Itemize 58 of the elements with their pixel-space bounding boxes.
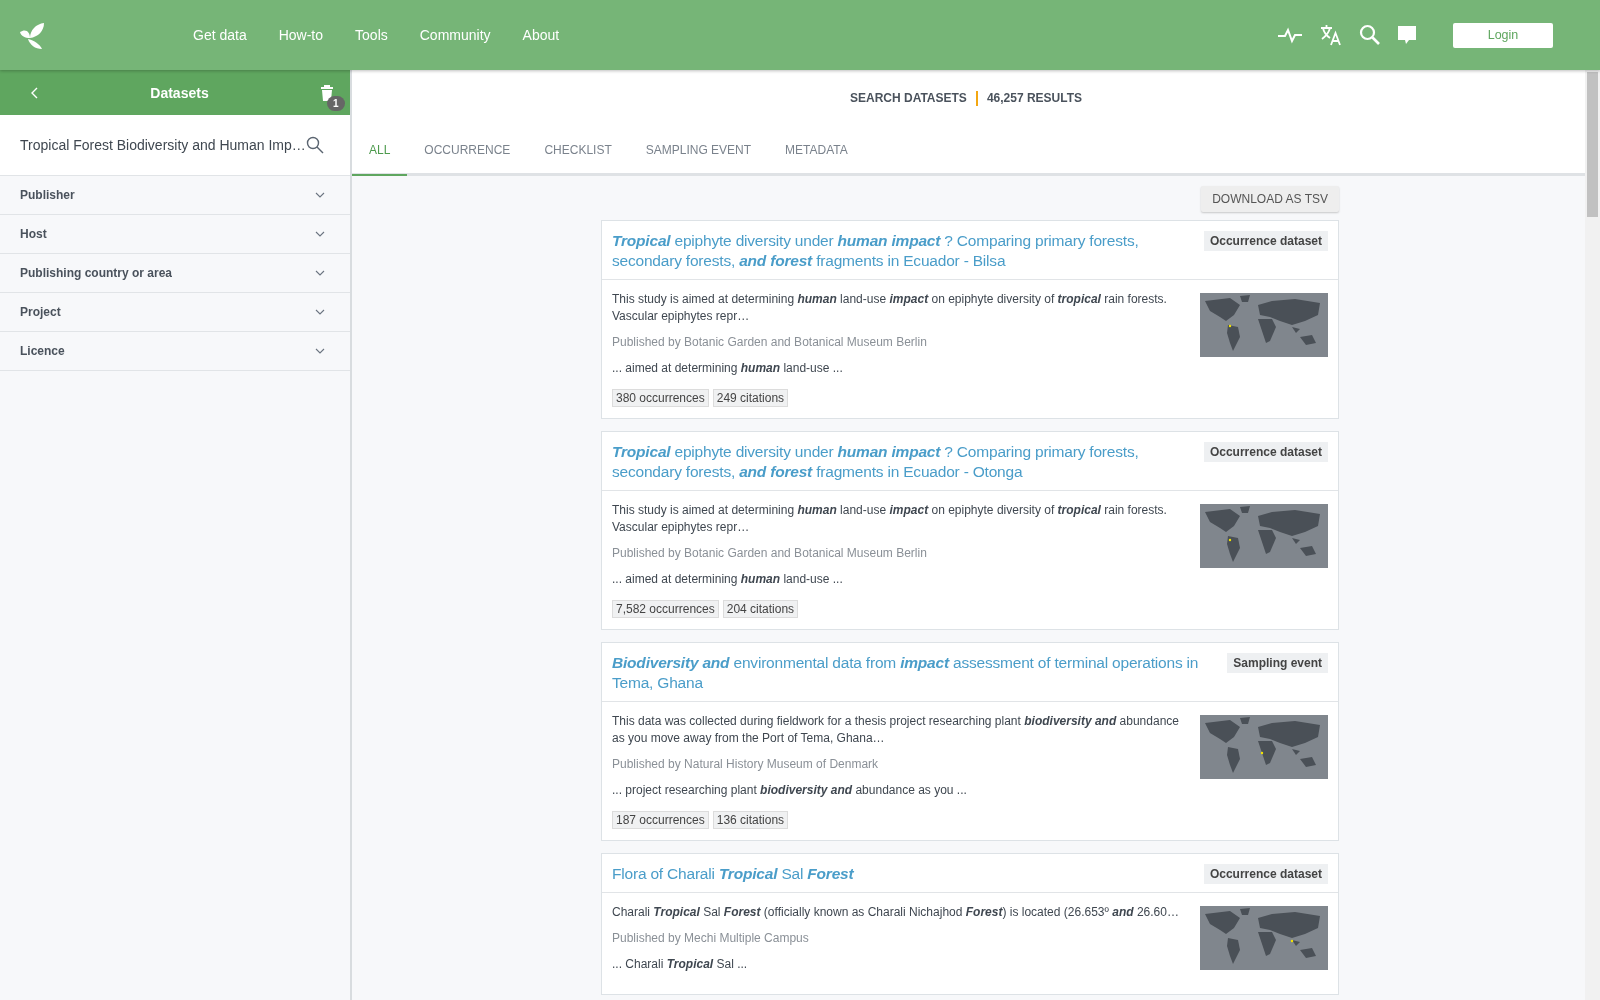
nav-link[interactable]: How-to [278, 27, 324, 43]
dataset-title-link[interactable]: Flora of Charali Tropical Sal Forest [612, 864, 1194, 884]
count-tag: 187 occurrences [612, 811, 709, 829]
scrollbar[interactable] [1585, 70, 1600, 1000]
count-tag: 380 occurrences [612, 389, 709, 407]
nav-link[interactable]: Tools [355, 27, 388, 43]
match-snippet: ... Charali Tropical Sal ... [612, 956, 749, 973]
match-snippet: ... aimed at determining human land-use ... [612, 360, 844, 377]
filter-item[interactable]: Publisher [0, 176, 350, 215]
publisher-text: Published by Botanic Garden and Botanical Museum Berlin [612, 335, 928, 349]
search-field[interactable]: Tropical Forest Biodiversity and Human Imp… [0, 115, 350, 176]
dataset-description: This data was collected during fieldwork for a thesis project researching plant biodiversity and abundance as you move away from the Port of Tema, Ghana… [612, 713, 1180, 747]
nav-link[interactable]: About [522, 27, 560, 43]
chevron-down-icon [315, 270, 325, 276]
chevron-down-icon [315, 309, 325, 315]
dataset-type-tag: Occurrence dataset [1203, 231, 1328, 251]
chevron-down-icon [315, 192, 325, 198]
filter-item[interactable]: Publishing country or area [0, 254, 350, 293]
dataset-title-link[interactable]: Tropical epiphyte diversity under human impact ? Comparing primary forests, secondary forests, and forest fragments in Ecuador - Otonga [612, 442, 1194, 482]
count-tag: 204 citations [722, 600, 799, 618]
dataset-description: Charali Tropical Sal Forest (officially known as Charali Nichajhod Forest) is located (26.653º and 26.60… [612, 904, 1180, 921]
count-badge: 1 [327, 95, 345, 111]
dataset-type-tag: Occurrence dataset [1203, 442, 1328, 462]
dataset-description: This study is aimed at determining human land-use impact on epiphyte diversity of tropical rain forests. Vascular epiphytes repr… [612, 502, 1168, 536]
count-tag: 7,582 occurrences [612, 600, 719, 618]
translate-icon[interactable] [1319, 23, 1343, 47]
login-button[interactable]: Login [1453, 22, 1553, 48]
count-tag: 249 citations [712, 389, 789, 407]
tab[interactable]: SAMPLING EVENT [628, 126, 769, 176]
filter-item[interactable]: Licence [0, 332, 350, 371]
dataset-description: This study is aimed at determining human land-use impact on epiphyte diversity of tropical rain forests. Vascular epiphytes repr… [612, 291, 1168, 325]
filter-item[interactable]: Host [0, 215, 350, 254]
back-chevron-icon[interactable] [31, 86, 39, 99]
results-count: 46,257 RESULTS [986, 91, 1083, 105]
chat-icon[interactable] [1397, 25, 1417, 45]
dataset-title-link[interactable]: Tropical epiphyte diversity under human impact ? Comparing primary forests, secondary forests, and forest fragments in Ecuador - Bilsa [612, 231, 1194, 271]
tab[interactable]: OCCURRENCE [407, 126, 528, 176]
match-snippet: ... project researching plant biodiversity and abundance as you ... [612, 782, 968, 799]
dataset-type-tag: Sampling event [1227, 653, 1328, 673]
count-tag: 136 citations [712, 811, 789, 829]
publisher-text: Published by Natural History Museum of Denmark [612, 757, 880, 771]
nav-link[interactable]: Community [419, 27, 491, 43]
match-snippet: ... aimed at determining human land-use ... [612, 571, 844, 588]
nav-link[interactable]: Get data [193, 27, 247, 43]
sidebar-title: Datasets [149, 84, 210, 101]
chevron-down-icon [315, 348, 325, 354]
publisher-text: Published by Botanic Garden and Botanical Museum Berlin [612, 546, 928, 560]
search-heading: SEARCH DATASETS [849, 91, 967, 105]
tab[interactable]: CHECKLIST [527, 126, 629, 176]
dataset-title-link[interactable]: Biodiversity and environmental data from impact assessment of terminal operations in Tema, Ghana [612, 653, 1218, 693]
chevron-down-icon [315, 231, 325, 237]
download-button[interactable]: DOWNLOAD AS TSV [1201, 186, 1339, 212]
dataset-type-tag: Occurrence dataset [1203, 864, 1328, 884]
filter-item[interactable]: Project [0, 293, 350, 332]
search-icon[interactable] [306, 136, 324, 154]
publisher-text: Published by Mechi Multiple Campus [612, 931, 810, 945]
trash-icon[interactable] [320, 84, 334, 101]
tab[interactable]: METADATA [768, 126, 865, 176]
